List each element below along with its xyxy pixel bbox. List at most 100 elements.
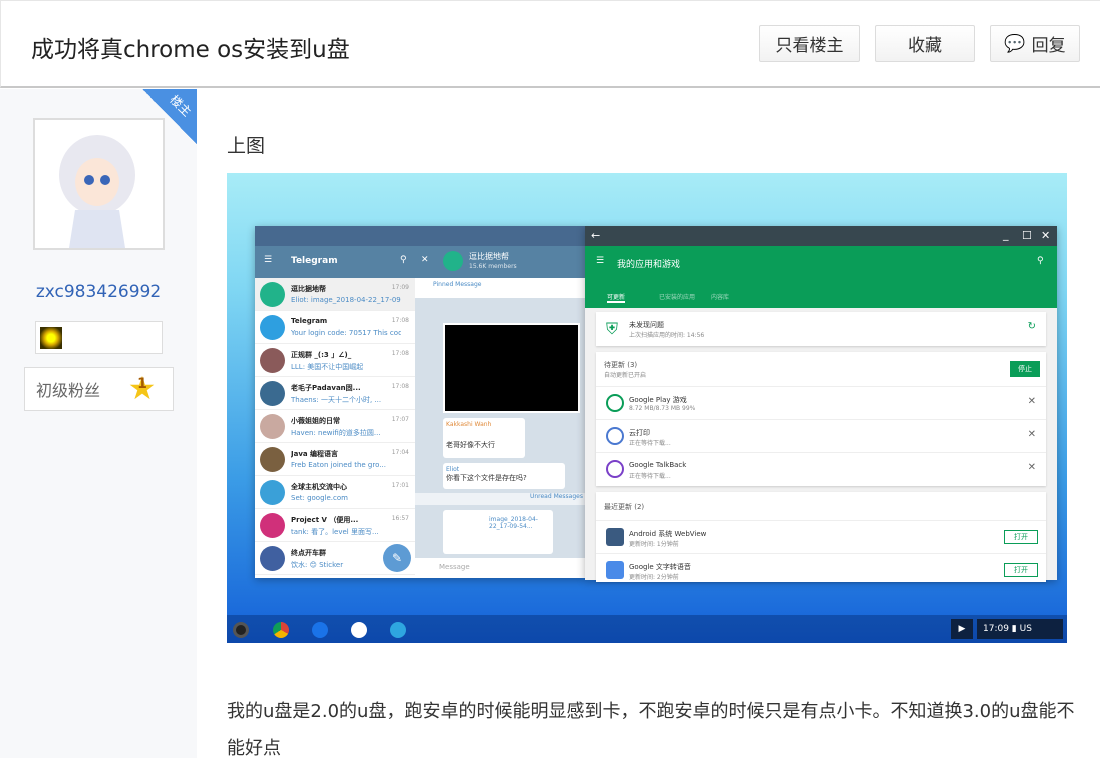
- pending-updates-card: 待更新 (3) 自动更新已开启 停止 Google Play 游戏 8.72 MB…: [596, 352, 1046, 486]
- chrome-icon[interactable]: [273, 622, 289, 638]
- minimize-icon[interactable]: _: [1003, 228, 1009, 241]
- telegram-title: Telegram: [291, 256, 338, 266]
- app-icon: [606, 394, 624, 412]
- app-icon: [606, 460, 624, 478]
- chat-time: 17:08: [391, 383, 409, 390]
- message-bubble: Kakkashi Wanh 老哥好像不大行: [443, 418, 525, 458]
- pending-app-row[interactable]: 云打印正在等待下载... ✕: [596, 419, 1046, 452]
- play-header: ☰ 我的应用和游戏 ⚲ 可更新 已安装的应用 内容库: [585, 246, 1057, 308]
- open-button[interactable]: 打开: [1004, 563, 1038, 577]
- stop-button[interactable]: 停止: [1010, 361, 1040, 377]
- chat-item[interactable]: 小薇姐姐的日常 Haven: newifi的道多拉圆... 17:07: [255, 410, 415, 443]
- chat-item[interactable]: 正规群 _(:3 」∠)_ LLL: 美国不让中国崛起 17:08: [255, 344, 415, 377]
- author-username[interactable]: zxc983426992: [0, 282, 197, 302]
- post-title: 成功将真chrome os安装到u盘: [31, 37, 350, 63]
- refresh-icon[interactable]: ↻: [1028, 321, 1036, 332]
- sender: Eliot: [446, 466, 460, 473]
- app-icon: [606, 561, 624, 579]
- chat-avatar: [260, 381, 285, 406]
- chat-item[interactable]: 老毛子Padavan固... Thaens: 一天十二个小时, ... 17:08: [255, 377, 415, 410]
- cancel-icon[interactable]: ✕: [1028, 429, 1036, 440]
- chat-time: 17:04: [391, 449, 409, 456]
- op-badge-label: 楼主: [167, 92, 195, 120]
- telegram-header: ☰ Telegram ⚲ ✕ 逗比据地帮 15.6K members: [255, 246, 585, 278]
- chat-time: 17:07: [391, 416, 409, 423]
- menu-icon[interactable]: ☰: [596, 256, 604, 266]
- search-icon[interactable]: ⚲: [1037, 256, 1044, 266]
- play-tabs: 可更新 已安装的应用 内容库: [585, 286, 1057, 308]
- play-title: 我的应用和游戏: [617, 260, 681, 270]
- chat-avatar: [260, 348, 285, 373]
- files-icon[interactable]: [312, 622, 328, 638]
- recent-updates-card: 最近更新 (2) Android 系统 WebView 更新时间: 1分钟前 打开 G…: [596, 492, 1046, 582]
- chat-item[interactable]: 全球主机交流中心 Set: google.com 17:01: [255, 476, 415, 509]
- chat-time: 17:08: [391, 350, 409, 357]
- recent-app-row[interactable]: Google 文字转语音 更新时间: 2分钟前 打开: [596, 553, 1046, 586]
- chat-avatar: [260, 447, 285, 472]
- open-button[interactable]: 打开: [1004, 530, 1038, 544]
- play-tab[interactable]: 已安装的应用: [659, 292, 695, 301]
- chat-members: 15.6K members: [469, 263, 517, 270]
- post-image[interactable]: ☰ Telegram ⚲ ✕ 逗比据地帮 15.6K members 逗比据地帮…: [227, 173, 1067, 643]
- pending-app-row[interactable]: Google Play 游戏 8.72 MB/8.73 MB 99% ✕: [596, 386, 1046, 419]
- app-name: Google Play 游戏: [629, 396, 687, 404]
- telegram-window: ☰ Telegram ⚲ ✕ 逗比据地帮 15.6K members 逗比据地帮…: [255, 226, 585, 578]
- app-name: Android 系统 WebView: [629, 530, 707, 538]
- app-status: 正在等待下载...: [629, 440, 671, 447]
- cancel-icon[interactable]: ✕: [1028, 462, 1036, 473]
- cancel-icon[interactable]: ✕: [1028, 396, 1036, 407]
- recent-app-row[interactable]: Android 系统 WebView 更新时间: 1分钟前 打开: [596, 520, 1046, 553]
- chat-preview: LLL: 美国不让中国崛起: [291, 363, 364, 371]
- member-icon: [40, 327, 62, 349]
- chat-preview: Thaens: 一天十二个小时, ...: [291, 396, 382, 404]
- back-icon[interactable]: ←: [591, 229, 600, 242]
- app-name: 云打印: [629, 429, 650, 437]
- file-name: image_2018-04-22_17-09-54...: [489, 516, 538, 530]
- play-icon[interactable]: ▶: [951, 619, 973, 639]
- chat-avatar: [260, 414, 285, 439]
- launcher-icon[interactable]: [233, 622, 249, 638]
- recent-title: 最近更新 (2): [604, 503, 645, 511]
- post-caption: 上图: [227, 135, 266, 157]
- chat-item[interactable]: Telegram Your login code: 70517 This cod.…: [255, 311, 415, 344]
- reply-button[interactable]: 💬 回复: [990, 25, 1080, 62]
- chat-name: 老毛子Padavan固...: [291, 384, 361, 392]
- play-tab[interactable]: 可更新: [607, 292, 626, 303]
- maximize-icon[interactable]: ☐: [1022, 229, 1032, 242]
- chat-name: Telegram: [291, 317, 328, 325]
- search-icon: ⚲: [400, 255, 407, 265]
- chat-item[interactable]: Java 编程语言 Freb Eaton joined the gro... 17:…: [255, 443, 415, 476]
- chat-avatar: [260, 480, 285, 505]
- chat-time: 17:09: [391, 284, 409, 291]
- chat-list: 逗比据地帮 Eliot: image_2018-04-22_17-09-5... 1…: [255, 278, 415, 578]
- message-input[interactable]: Message: [415, 558, 585, 578]
- message-text: 老哥好像不大行: [446, 441, 495, 449]
- file-message[interactable]: image_2018-04-22_17-09-54...: [443, 510, 553, 554]
- app-icon: [606, 528, 624, 546]
- app-status: 8.72 MB/8.73 MB 99%: [629, 405, 696, 412]
- reply-label: 回复: [1031, 36, 1066, 56]
- status-tray[interactable]: 17:09 ▮ US: [977, 619, 1063, 639]
- pending-title: 待更新 (3): [604, 361, 638, 369]
- favorite-button[interactable]: 收藏: [875, 25, 975, 62]
- only-op-button[interactable]: 只看楼主: [759, 25, 860, 62]
- chat-name: Project V （便用...: [291, 516, 359, 524]
- shield-check-icon: ⛨: [606, 319, 619, 338]
- chat-name: 全球主机交流中心: [291, 483, 347, 491]
- chat-item[interactable]: 逗比据地帮 Eliot: image_2018-04-22_17-09-5... 1…: [255, 278, 415, 311]
- avatar[interactable]: [33, 118, 165, 250]
- pinned-message: Pinned Message: [415, 278, 585, 298]
- app-name: Google 文字转语音: [629, 563, 691, 571]
- app-status: 更新时间: 2分钟前: [629, 574, 679, 581]
- chat-item[interactable]: Project V （便用... tank: 看了。level 里面写... 16:…: [255, 509, 415, 542]
- chat-preview: tank: 看了。level 里面写...: [291, 528, 379, 536]
- play-tab[interactable]: 内容库: [711, 292, 729, 301]
- play-store-icon[interactable]: [351, 622, 367, 638]
- chat-preview: Set: google.com: [291, 494, 348, 502]
- video-message[interactable]: [443, 323, 580, 413]
- conversation: Pinned Message Kakkashi Wanh 老哥好像不大行 Elio…: [415, 278, 585, 578]
- telegram-icon[interactable]: [390, 622, 406, 638]
- pending-app-row[interactable]: Google TalkBack 正在等待下载... ✕: [596, 452, 1046, 485]
- close-icon[interactable]: ✕: [1041, 229, 1050, 242]
- compose-button[interactable]: ✎: [383, 544, 411, 572]
